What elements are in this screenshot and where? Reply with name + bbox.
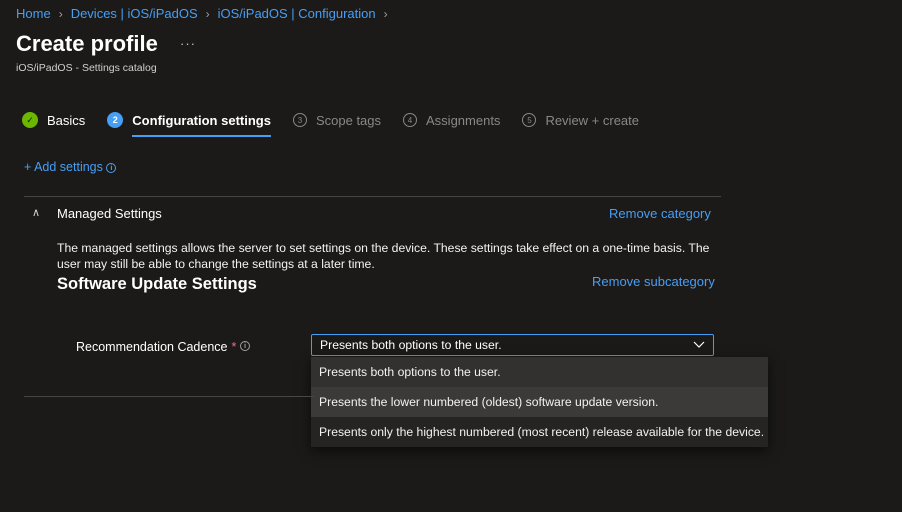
- setting-label-text: Recommendation Cadence: [76, 340, 228, 354]
- more-options-icon[interactable]: ···: [180, 36, 196, 51]
- dropdown-option[interactable]: Presents only the highest numbered (most…: [311, 417, 768, 447]
- chevron-up-icon[interactable]: ∧: [32, 206, 40, 219]
- remove-category-link[interactable]: Remove category: [609, 206, 711, 221]
- divider: [24, 396, 314, 397]
- breadcrumb-separator-icon: ›: [383, 6, 388, 21]
- info-icon[interactable]: i: [106, 162, 117, 173]
- step-basics[interactable]: ✓ Basics: [22, 112, 85, 128]
- add-settings-label: + Add settings: [24, 160, 103, 174]
- dropdown-option[interactable]: Presents the lower numbered (oldest) sof…: [311, 387, 768, 417]
- info-icon[interactable]: i: [240, 341, 250, 351]
- step-label: Scope tags: [315, 112, 382, 128]
- page-title: Create profile: [16, 31, 158, 56]
- step-review-create[interactable]: 5 Review + create: [522, 113, 639, 128]
- dropdown-option[interactable]: Presents both options to the user.: [311, 357, 768, 387]
- category-description: The managed settings allows the server t…: [57, 241, 710, 271]
- required-marker: *: [231, 340, 237, 354]
- step-number-icon: 4: [403, 113, 418, 127]
- breadcrumb-separator-icon: ›: [58, 6, 63, 21]
- breadcrumb: Home › Devices | iOS/iPadOS › iOS/iPadOS…: [16, 6, 396, 21]
- divider: [24, 196, 721, 197]
- step-label: Configuration settings: [132, 112, 271, 128]
- step-number-icon: 2: [107, 112, 124, 128]
- step-configuration-settings[interactable]: 2 Configuration settings: [107, 112, 271, 137]
- step-label: Assignments: [426, 112, 501, 128]
- step-assignments[interactable]: 4 Assignments: [403, 113, 500, 128]
- step-label: Review + create: [545, 112, 640, 128]
- setting-label: Recommendation Cadence *: [76, 340, 236, 354]
- breadcrumb-ios-configuration[interactable]: iOS/iPadOS | Configuration: [218, 6, 376, 21]
- category-title[interactable]: Managed Settings: [57, 206, 162, 221]
- add-settings-link[interactable]: + Add settings i: [24, 160, 117, 174]
- wizard-steps: ✓ Basics 2 Configuration settings 3 Scop…: [22, 109, 661, 137]
- chevron-down-icon: [693, 341, 705, 348]
- breadcrumb-devices-ios[interactable]: Devices | iOS/iPadOS: [71, 6, 198, 21]
- page-subtitle: iOS/iPadOS - Settings catalog: [16, 62, 157, 74]
- recommendation-cadence-dropdown[interactable]: Presents both options to the user.: [311, 334, 714, 356]
- step-label: Basics: [47, 112, 86, 128]
- check-icon: ✓: [22, 112, 38, 128]
- breadcrumb-separator-icon: ›: [205, 6, 210, 21]
- breadcrumb-home[interactable]: Home: [16, 6, 51, 21]
- step-number-icon: 5: [522, 113, 537, 127]
- step-number-icon: 3: [292, 113, 307, 127]
- subcategory-title: Software Update Settings: [57, 275, 257, 293]
- step-scope-tags[interactable]: 3 Scope tags: [292, 112, 382, 128]
- dropdown-options-list: Presents both options to the user. Prese…: [311, 357, 768, 447]
- remove-subcategory-link[interactable]: Remove subcategory: [592, 274, 715, 289]
- dropdown-selected-value: Presents both options to the user.: [320, 338, 502, 352]
